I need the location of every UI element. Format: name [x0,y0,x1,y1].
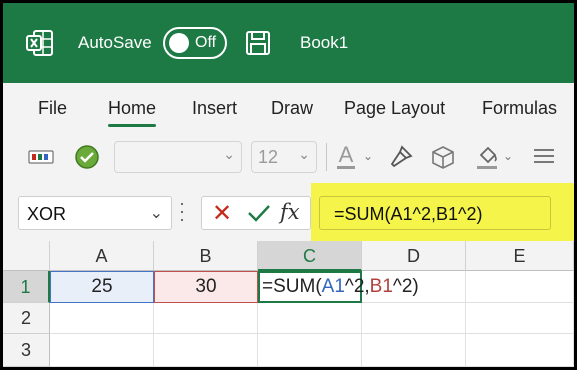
font-name-dropdown[interactable]: ⌄ [114,141,242,173]
workbook-title: Book1 [300,33,349,52]
chevron-down-icon[interactable]: ⌄ [150,203,163,223]
toggle-knob [169,33,189,53]
font-size-value: 12 [258,147,279,167]
toggle-state-label: Off [195,34,217,51]
cell-e2[interactable] [466,303,574,334]
chevron-down-icon[interactable]: ⌄ [503,149,513,163]
ribbon: File Home Insert Draw Page Layout Formul… [3,83,574,183]
column-header-c[interactable]: C [258,241,362,271]
cell-b3[interactable] [154,334,258,367]
cell-d3[interactable] [362,334,466,367]
column-header-b[interactable]: B [154,241,258,271]
tab-formulas[interactable]: Formulas [482,98,557,119]
chevron-down-icon: ⌄ [223,146,235,162]
cell-a2[interactable] [50,303,154,334]
fill-color-icon[interactable] [474,141,500,173]
title-bar: AutoSave Off Book1 [3,3,574,83]
check-icon[interactable] [246,201,272,225]
column-header-e[interactable]: E [466,241,574,271]
cell-c2[interactable] [258,303,362,334]
cell-e3[interactable] [466,334,574,367]
align-icon[interactable] [531,141,557,173]
autosave-toggle[interactable]: Off [163,27,227,59]
check-circle-icon[interactable] [71,141,103,173]
save-icon[interactable] [245,30,271,56]
toolbar-divider [326,143,327,171]
excel-window: AutoSave Off Book1 File Home Insert Draw… [3,3,574,367]
format-painter-icon[interactable] [387,141,415,173]
chevron-down-icon: ⌄ [298,146,310,162]
cell-c1[interactable]: =SUM(A1^2,B1^2) [258,271,419,303]
formula-text: =SUM(A1^2,B1^2) [334,204,483,224]
cell-b2[interactable] [154,303,258,334]
ribbon-toolbar: ⌄ 12 ⌄ A ⌄ ⌄ [3,131,574,183]
tab-insert[interactable]: Insert [192,98,237,119]
name-box-value: XOR [27,204,67,224]
cell-c3[interactable] [258,334,362,367]
cube-icon[interactable] [429,141,457,173]
formula-actions: ✕ fx [201,196,311,230]
chevron-down-icon[interactable]: ⌄ [363,149,373,163]
cell-d2[interactable] [362,303,466,334]
ribbon-tabs: File Home Insert Draw Page Layout Formul… [3,83,574,131]
excel-logo-icon[interactable] [25,28,55,58]
name-box[interactable]: XOR ⌄ [18,196,172,230]
formula-input[interactable]: =SUM(A1^2,B1^2) [319,196,551,230]
column-header-d[interactable]: D [362,241,466,271]
row-header-2[interactable]: 2 [3,303,50,334]
tab-page-layout[interactable]: Page Layout [344,98,445,119]
row-header-3[interactable]: 3 [3,334,50,367]
font-size-dropdown[interactable]: 12 ⌄ [251,141,317,173]
insert-function-button[interactable]: fx [280,200,300,224]
autosave-label: AutoSave [78,33,152,52]
cell-b1[interactable]: 30 [154,271,258,303]
column-header-a[interactable]: A [50,241,154,271]
font-color-icon[interactable]: A [334,141,358,173]
formula-bar: XOR ⌄ · · · ✕ fx =SUM(A1^2,B1^2) [3,183,574,241]
tab-home[interactable]: Home [108,98,157,127]
c1-ref-a1: A1 [321,276,345,297]
tab-file[interactable]: File [38,98,67,119]
row-header-1[interactable]: 1 [3,271,50,303]
tab-draw[interactable]: Draw [271,98,313,119]
c1-formula-prefix: =SUM( [262,276,322,297]
worksheet-grid: A B C D E 1 2 3 25 30 =SUM(A1^2,B1^2) [3,241,574,367]
cancel-icon[interactable]: ✕ [212,199,232,228]
svg-text:A: A [339,143,354,167]
cell-a1[interactable]: 25 [50,271,154,303]
more-options-icon[interactable]: · · · [179,194,185,228]
select-all-corner[interactable] [3,241,50,271]
cell-d1[interactable] [362,271,466,303]
cell-a3[interactable] [50,334,154,367]
cell-styles-icon[interactable] [27,141,55,173]
cell-e1[interactable] [466,271,574,303]
